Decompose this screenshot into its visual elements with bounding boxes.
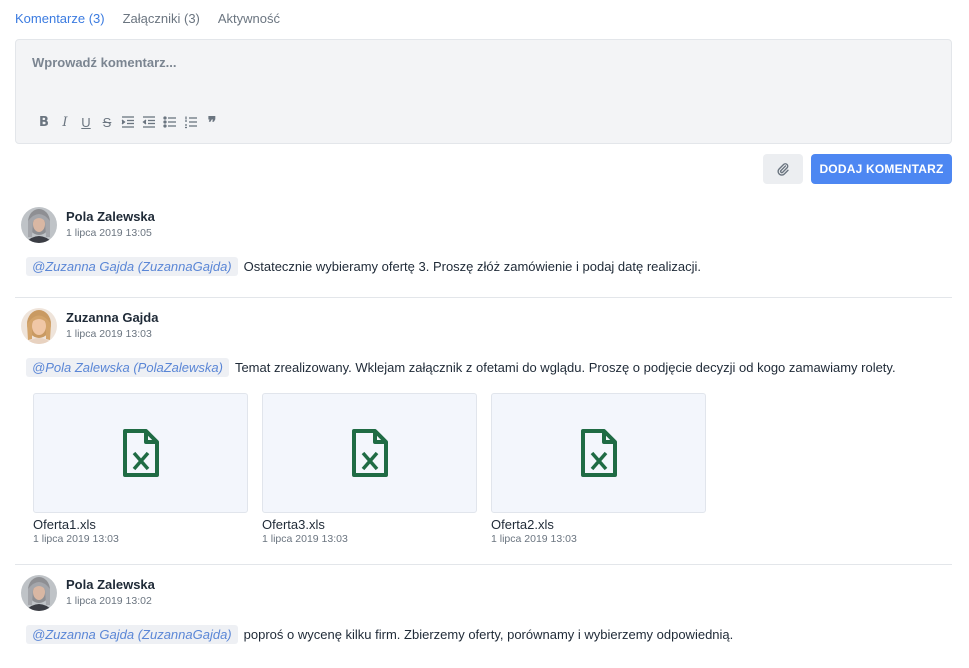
attachment-card: Oferta2.xls 1 lipca 2019 13:03: [491, 393, 706, 545]
paperclip-icon: [777, 163, 789, 176]
attach-file-button[interactable]: [763, 154, 803, 184]
tab-bar: Komentarze (3) Załączniki (3) Aktywność: [15, 11, 280, 26]
italic-icon[interactable]: I: [57, 114, 73, 130]
attachment-card: Oferta1.xls 1 lipca 2019 13:03: [33, 393, 248, 545]
comment-item: Pola Zalewska 1 lipca 2019 13:05 @Zuzann…: [15, 207, 952, 287]
comment-date: 1 lipca 2019 13:03: [66, 328, 152, 340]
divider: [15, 564, 952, 565]
user-mention[interactable]: @Zuzanna Gajda (ZuzannaGajda): [26, 257, 238, 276]
attachment-name[interactable]: Oferta3.xls: [262, 517, 477, 532]
avatar[interactable]: [21, 207, 57, 243]
attachment-name[interactable]: Oferta2.xls: [491, 517, 706, 532]
attachment-date: 1 lipca 2019 13:03: [491, 533, 577, 545]
add-comment-button[interactable]: DODAJ KOMENTARZ: [811, 154, 952, 184]
comment-input[interactable]: [32, 55, 912, 70]
comment-text: poproś o wycenę kilku firm. Zbierzemy of…: [243, 627, 734, 642]
attachment-card: Oferta3.xls 1 lipca 2019 13:03: [262, 393, 477, 545]
tab-activity[interactable]: Aktywność: [218, 11, 280, 26]
bullet-list-icon[interactable]: [162, 114, 178, 130]
quote-icon[interactable]: ❞: [204, 113, 220, 132]
outdent-icon[interactable]: [141, 114, 157, 130]
attachment-name[interactable]: Oferta1.xls: [33, 517, 248, 532]
comment-author[interactable]: Zuzanna Gajda: [66, 310, 158, 325]
user-mention[interactable]: @Pola Zalewska (PolaZalewska): [26, 358, 229, 377]
excel-file-icon: [351, 429, 388, 477]
attachment-preview[interactable]: [491, 393, 706, 513]
comment-body: @Pola Zalewska (PolaZalewska) Temat zrea…: [26, 358, 896, 377]
indent-icon[interactable]: [120, 114, 136, 130]
attachment-preview[interactable]: [33, 393, 248, 513]
comment-date: 1 lipca 2019 13:02: [66, 595, 152, 607]
numbered-list-icon[interactable]: [183, 114, 199, 130]
attachment-date: 1 lipca 2019 13:03: [33, 533, 119, 545]
avatar[interactable]: [21, 575, 57, 611]
avatar[interactable]: [21, 308, 57, 344]
comment-text: Temat zrealizowany. Wklejam załącznik z …: [234, 360, 896, 375]
comment-item: Pola Zalewska 1 lipca 2019 13:02 @Zuzann…: [15, 575, 952, 655]
excel-file-icon: [580, 429, 617, 477]
formatting-toolbar: B I U S ❞: [36, 113, 220, 132]
tab-attachments[interactable]: Załączniki (3): [123, 11, 200, 26]
comment-date: 1 lipca 2019 13:05: [66, 227, 152, 239]
attachment-date: 1 lipca 2019 13:03: [262, 533, 348, 545]
comment-body: @Zuzanna Gajda (ZuzannaGajda) poproś o w…: [26, 625, 733, 644]
comment-author[interactable]: Pola Zalewska: [66, 577, 155, 592]
user-mention[interactable]: @Zuzanna Gajda (ZuzannaGajda): [26, 625, 238, 644]
strikethrough-icon[interactable]: S: [99, 114, 115, 130]
comment-author[interactable]: Pola Zalewska: [66, 209, 155, 224]
divider: [15, 297, 952, 298]
comment-body: @Zuzanna Gajda (ZuzannaGajda) Ostateczni…: [26, 257, 701, 276]
comment-text: Ostatecznie wybieramy ofertę 3. Proszę z…: [243, 259, 702, 274]
excel-file-icon: [122, 429, 159, 477]
bold-icon[interactable]: B: [36, 114, 52, 130]
underline-icon[interactable]: U: [78, 114, 94, 130]
tab-comments[interactable]: Komentarze (3): [15, 11, 105, 26]
comment-editor: B I U S ❞: [15, 39, 952, 144]
attachment-preview[interactable]: [262, 393, 477, 513]
